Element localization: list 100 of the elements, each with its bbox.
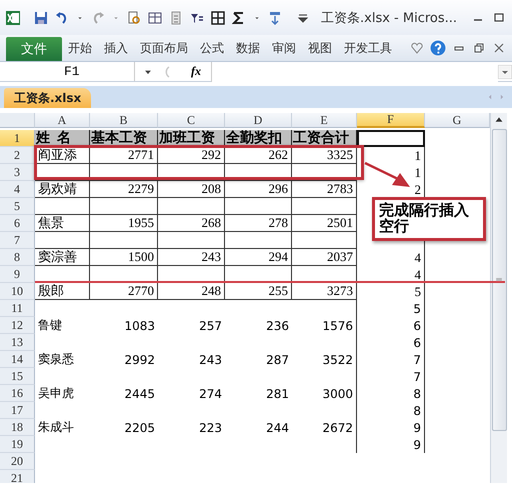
insert-function-button[interactable]: fx (181, 64, 211, 79)
formula-input[interactable] (211, 62, 498, 82)
row-header[interactable]: 5 (0, 198, 35, 215)
table-cell: 268 (158, 215, 225, 232)
row-header[interactable]: 11 (0, 300, 35, 317)
file-menu-button[interactable]: 文件 (6, 37, 62, 61)
workbook-tab[interactable]: 工资条.xlsx (4, 88, 92, 108)
table-cell: 窦淙善 (35, 249, 90, 266)
table-cell: 1 (357, 147, 425, 164)
table-cell: 5 (357, 300, 425, 317)
table-cell: 8 (357, 402, 425, 419)
table-cell: 3522 (292, 351, 357, 368)
table-cell-text: 鲁键 (37, 317, 63, 334)
save-icon[interactable] (34, 10, 48, 24)
table-cell-text: 吴申虎 (37, 385, 75, 402)
row-header[interactable]: 10 (0, 283, 35, 300)
table-cell (292, 198, 357, 215)
table-cell-text: 1083 (123, 318, 156, 334)
row-header[interactable]: 17 (0, 402, 35, 419)
name-box[interactable]: F1 (0, 62, 135, 81)
row-header[interactable]: 2 (0, 147, 35, 164)
undo-icon[interactable] (55, 10, 69, 24)
table-cell: 6 (357, 317, 425, 334)
row-header[interactable]: 6 (0, 215, 35, 232)
table-cell: 2771 (90, 147, 158, 164)
calculator-icon[interactable] (169, 10, 183, 24)
column-header[interactable]: A (35, 113, 90, 128)
table-cell: 6 (357, 334, 425, 351)
print-preview-icon[interactable] (127, 10, 141, 24)
row-header[interactable]: 19 (0, 436, 35, 453)
table-cell: 3000 (292, 385, 357, 402)
table-cell-text: 2205 (123, 420, 156, 436)
row-header[interactable]: 21 (0, 470, 35, 483)
table-cell (225, 198, 292, 215)
table-cell (158, 198, 225, 215)
ribbon-tab[interactable]: 页面布局 (134, 35, 194, 61)
table-cell (35, 164, 90, 181)
ribbon-tab[interactable]: 审阅 (266, 35, 302, 61)
ribbon-tab[interactable]: 开发工具 (338, 35, 398, 61)
excel-logo-icon[interactable] (6, 10, 20, 24)
ribbon-tab[interactable]: 视图 (302, 35, 338, 61)
ribbon-tab[interactable]: 开始 (62, 35, 98, 61)
row-header[interactable]: 9 (0, 266, 35, 283)
expand-caret-icon[interactable] (498, 64, 512, 78)
sum-icon[interactable] (232, 10, 246, 24)
column-header[interactable]: G (425, 113, 490, 128)
borders-icon[interactable] (211, 10, 225, 24)
close-icon[interactable] (492, 41, 506, 55)
row-header[interactable]: 12 (0, 317, 35, 334)
ribbon-tab[interactable]: 公式 (194, 35, 230, 61)
table-grid-icon[interactable] (148, 10, 162, 24)
table-cell: 296 (225, 181, 292, 198)
scroll-thumb[interactable] (492, 129, 506, 431)
table-cell: 292 (158, 147, 225, 164)
row-header[interactable]: 4 (0, 181, 35, 198)
row-header[interactable]: 1 (0, 130, 35, 147)
restore-icon[interactable] (472, 41, 486, 55)
help-icon[interactable] (430, 40, 446, 56)
table-cell (292, 164, 357, 181)
heart-icon[interactable] (410, 41, 424, 55)
ribbon-tab[interactable]: 插入 (98, 35, 134, 61)
table-cell: 7 (357, 368, 425, 385)
table-cell-text: 2445 (123, 386, 156, 402)
row-header[interactable]: 16 (0, 385, 35, 402)
row-header[interactable]: 3 (0, 164, 35, 181)
row-header[interactable]: 20 (0, 453, 35, 470)
column-header[interactable]: B (90, 113, 158, 128)
column-header[interactable]: D (225, 113, 292, 128)
row-header[interactable]: 18 (0, 419, 35, 436)
column-header[interactable]: E (292, 113, 357, 128)
maximize-icon[interactable] (492, 10, 506, 24)
table-cell-text: 2992 (123, 352, 156, 368)
column-header[interactable]: F (357, 113, 425, 128)
callout-note: 完成隔行插入空行 (372, 197, 486, 241)
table-cell (90, 232, 158, 249)
row-header[interactable]: 8 (0, 249, 35, 266)
table-cell-text: 281 (265, 386, 290, 402)
sort-icon[interactable] (268, 10, 282, 24)
table-cell-text: 朱成斗 (37, 419, 75, 436)
active-cell[interactable] (357, 130, 425, 147)
table-cell-text: 274 (198, 386, 223, 402)
row-header[interactable]: 15 (0, 368, 35, 385)
table-cell (158, 164, 225, 181)
row-header[interactable]: 14 (0, 351, 35, 368)
row-header[interactable]: 7 (0, 232, 35, 249)
table-cell-text: 244 (265, 420, 290, 436)
column-header[interactable]: C (158, 113, 225, 128)
table-cell: 1955 (90, 215, 158, 232)
table-cell: 208 (158, 181, 225, 198)
table-cell: 294 (225, 249, 292, 266)
table-cell-text: 257 (198, 318, 223, 334)
table-cell (90, 198, 158, 215)
table-cell (35, 232, 90, 249)
table-cell: 262 (225, 147, 292, 164)
window-title: 工资条.xlsx - Micros... (321, 10, 458, 26)
vertical-scrollbar[interactable] (490, 113, 507, 483)
table-cell-text: 243 (198, 352, 223, 368)
row-header[interactable]: 13 (0, 334, 35, 351)
table-cell: 8 (357, 385, 425, 402)
ribbon-tab[interactable]: 数据 (230, 35, 266, 61)
